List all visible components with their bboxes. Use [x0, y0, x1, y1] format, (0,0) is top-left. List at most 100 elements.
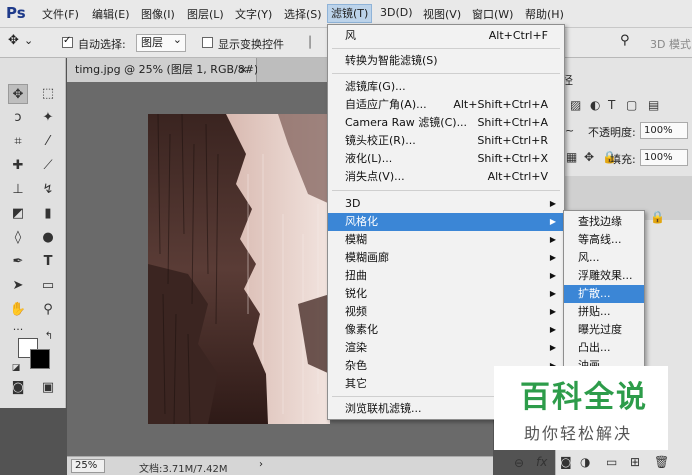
show-transform-checkbox[interactable] [202, 37, 213, 48]
menu-window[interactable]: 窗口(W) [472, 6, 513, 22]
add-mask-icon[interactable]: ◙ [560, 455, 572, 469]
submenu-item-solarize[interactable]: 曝光过度 [564, 321, 644, 339]
menu-item-stylize[interactable]: 风格化 ▶ [328, 213, 564, 231]
chevron-right-icon[interactable]: › [259, 459, 263, 470]
menu-item-filter-gallery[interactable]: 滤镜库(G)... [328, 78, 564, 96]
swap-colors-icon[interactable]: ↰ [42, 330, 56, 344]
move-tool-icon[interactable]: ✥ [8, 84, 28, 104]
fill-label: 填充: [610, 153, 636, 166]
new-group-icon[interactable]: ▭ [606, 455, 617, 469]
background-color-swatch[interactable] [30, 349, 50, 369]
status-bar: 25% 文档:3.71M/7.42M › [67, 456, 493, 475]
menu-item-pixelate[interactable]: 像素化 ▶ [328, 321, 564, 339]
submenu-item-contour[interactable]: 等高线... [564, 231, 644, 249]
shape-filter-icon[interactable]: ▢ [626, 98, 637, 112]
magic-wand-tool-icon[interactable]: ✦ [38, 108, 58, 128]
submenu-arrow-icon: ▶ [549, 199, 556, 208]
lock-position-icon[interactable]: ✥ [584, 150, 594, 164]
search-icon[interactable]: ⚲ [620, 33, 630, 48]
menu-type[interactable]: 文字(Y) [235, 6, 272, 22]
adjustment-layer-icon[interactable]: ◑ [580, 455, 590, 469]
lock-pixels-icon[interactable]: ▦ [566, 150, 577, 164]
submenu-arrow-icon: ▶ [549, 217, 556, 226]
menu-item-render[interactable]: 渲染 ▶ [328, 339, 564, 357]
menu-layer[interactable]: 图层(L) [187, 6, 224, 22]
smart-filter-icon[interactable]: ▤ [648, 98, 659, 112]
link-layers-icon[interactable]: ⊖ [514, 456, 524, 470]
menu-item-distort[interactable]: 扭曲 ▶ [328, 267, 564, 285]
submenu-item-emboss[interactable]: 浮雕效果... [564, 267, 644, 285]
menu-item-adaptive-wide-angle[interactable]: 自适应广角(A)... Alt+Shift+Ctrl+A [328, 96, 564, 114]
fill-field[interactable]: 100% [640, 149, 688, 166]
submenu-arrow-icon: ▶ [549, 289, 556, 298]
clone-stamp-tool-icon[interactable]: ⊥ [8, 180, 28, 200]
menu-item-convert-smart-filter[interactable]: 转换为智能滤镜(S) [328, 52, 564, 70]
more-tools-icon[interactable]: ··· [8, 320, 28, 340]
history-brush-tool-icon[interactable]: ↯ [38, 180, 58, 200]
path-selection-tool-icon[interactable]: ➤ [8, 276, 28, 296]
brush-tool-icon[interactable]: ⟋ [38, 156, 58, 176]
menu-item-video[interactable]: 视频 ▶ [328, 303, 564, 321]
menu-item-sharpen[interactable]: 锐化 ▶ [328, 285, 564, 303]
hand-tool-icon[interactable]: ✋ [8, 300, 28, 320]
opacity-field[interactable]: 100% [640, 122, 688, 139]
gradient-tool-icon[interactable]: ▮ [38, 204, 58, 224]
close-icon[interactable]: × [239, 58, 248, 82]
menu-select[interactable]: 选择(S) [284, 6, 322, 22]
submenu-item-find-edges[interactable]: 查找边缘 [564, 213, 644, 231]
blur-tool-icon[interactable]: ◊ [8, 228, 28, 248]
default-colors-icon[interactable]: ◪ [10, 362, 22, 374]
auto-select-checkbox[interactable] [62, 35, 73, 48]
eyedropper-tool-icon[interactable]: ⁄ [38, 132, 58, 152]
menu-item-last-filter[interactable]: 风 Alt+Ctrl+F [328, 27, 564, 45]
adjustment-filter-icon[interactable]: ◐ [590, 98, 600, 112]
document-image[interactable] [148, 114, 330, 424]
zoom-tool-icon[interactable]: ⚲ [38, 300, 58, 320]
menu-filter[interactable]: 滤镜(T) [327, 4, 373, 23]
delete-layer-icon[interactable]: 🗑 [654, 455, 669, 469]
new-layer-icon[interactable]: ⊞ [630, 455, 640, 469]
opacity-label: 不透明度: [588, 126, 636, 139]
menu-item-blur-gallery[interactable]: 模糊画廊 ▶ [328, 249, 564, 267]
lasso-tool-icon[interactable]: ↄ [8, 108, 28, 128]
layer-dropdown[interactable]: 图层 [136, 32, 186, 52]
fx-icon[interactable]: fx [536, 455, 547, 469]
submenu-item-diffuse[interactable]: 扩散... [564, 285, 644, 303]
type-tool-icon[interactable]: T [38, 252, 58, 272]
rectangle-tool-icon[interactable]: ▭ [38, 276, 58, 296]
menu-view[interactable]: 视图(V) [423, 6, 461, 22]
submenu-item-extrude[interactable]: 凸出... [564, 339, 644, 357]
dodge-tool-icon[interactable]: ● [38, 228, 58, 248]
chevron-down-icon[interactable]: ⌄ [24, 34, 33, 47]
menu-item-lens-correction[interactable]: 镜头校正(R)... Shift+Ctrl+R [328, 132, 564, 150]
menu-help[interactable]: 帮助(H) [525, 6, 564, 22]
crop-tool-icon[interactable]: ⌗ [8, 132, 28, 152]
menu-item-3d[interactable]: 3D ▶ [328, 195, 564, 213]
watermark-logo: 百科全说 [520, 380, 646, 415]
submenu-item-wind[interactable]: 风... [564, 249, 644, 267]
eraser-tool-icon[interactable]: ◩ [8, 204, 28, 224]
mode-3d-label[interactable]: 3D 模式 [650, 36, 691, 52]
menu-item-vanishing-point[interactable]: 消失点(V)... Alt+Ctrl+V [328, 168, 564, 186]
mode-prefix: ~ [565, 124, 575, 137]
menu-item-liquify[interactable]: 液化(L)... Shift+Ctrl+X [328, 150, 564, 168]
layer-lock-icon: 🔒 [650, 210, 665, 224]
menu-3d[interactable]: 3D(D) [380, 6, 413, 19]
align-icon[interactable]: ▕ [302, 36, 310, 49]
menu-file[interactable]: 文件(F) [42, 6, 79, 22]
zoom-field[interactable]: 25% [71, 459, 105, 473]
move-tool-icon[interactable]: ✥ [8, 33, 19, 48]
menu-item-blur[interactable]: 模糊 ▶ [328, 231, 564, 249]
document-tab[interactable]: timg.jpg @ 25% (图层 1, RGB/8#) * × [67, 58, 267, 82]
pen-tool-icon[interactable]: ✒ [8, 252, 28, 272]
menu-item-camera-raw[interactable]: Camera Raw 滤镜(C)... Shift+Ctrl+A [328, 114, 564, 132]
menu-image[interactable]: 图像(I) [141, 6, 175, 22]
healing-brush-tool-icon[interactable]: ✚ [8, 156, 28, 176]
marquee-tool-icon[interactable]: ⬚ [38, 84, 58, 104]
menu-edit[interactable]: 编辑(E) [92, 6, 130, 22]
submenu-item-tiles[interactable]: 拼贴... [564, 303, 644, 321]
image-filter-icon[interactable]: ▨ [570, 98, 581, 112]
screen-mode-icon[interactable]: ▣ [38, 378, 58, 398]
type-filter-icon[interactable]: T [608, 98, 615, 112]
quick-mask-icon[interactable]: ◙ [8, 378, 28, 398]
